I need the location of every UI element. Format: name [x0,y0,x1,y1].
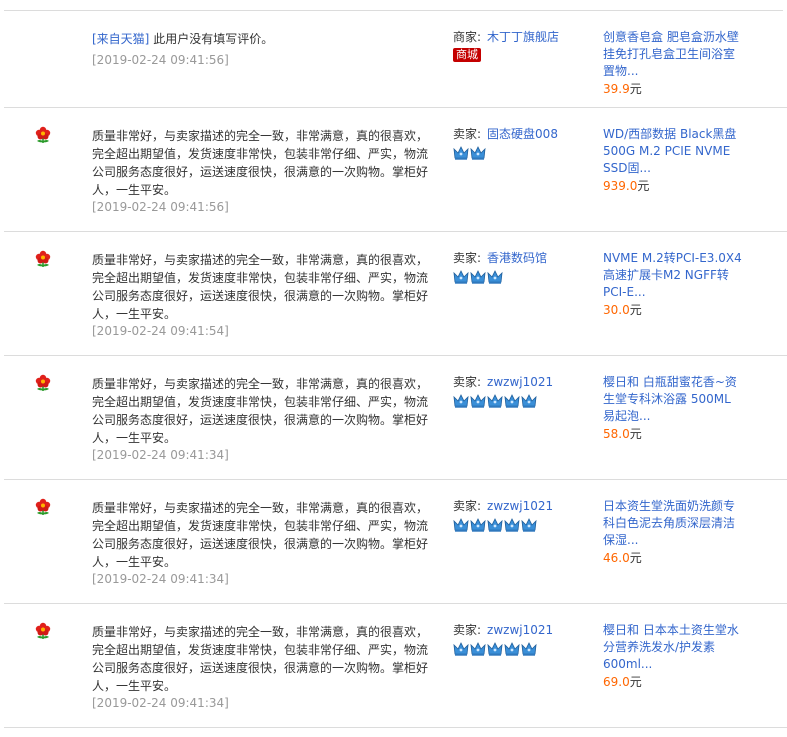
crown-icon [504,518,521,532]
seller-crown-rank [453,145,588,161]
crown-icon [453,270,470,284]
seller-name-link[interactable]: 固态硬盘008 [487,127,558,141]
seller-info: 商家: 木丁丁旗舰店 商城 [453,29,588,62]
item-info: NVME M.2转PCI-E3.0X4 高速扩展卡M2 NGFF转PCI-E..… [603,250,743,318]
crown-icon [504,642,521,656]
price-unit: 元 [629,675,642,689]
review-comment: 质量非常好，与卖家描述的完全一致，非常满意，真的很喜欢，完全超出期望值，发货速度… [92,127,437,199]
crown-icon [453,394,470,408]
item-price: 58.0 [603,427,630,441]
seller-crown-rank [453,517,588,533]
review-row: 质量非常好，与卖家描述的完全一致，非常满意，真的很喜欢，完全超出期望值，发货速度… [4,356,787,480]
crown-icon [487,642,504,656]
review-date: [2019-02-24 09:41:34] [92,696,229,710]
item-info: WD/西部数据 Black黑盘 500G M.2 PCIE NVME SSD固.… [603,126,743,194]
item-title-link[interactable]: 创意香皂盒 肥皂盒沥水壁挂免打孔皂盒卫生间浴室置物... [603,29,743,80]
review-date: [2019-02-24 09:41:56] [92,53,229,67]
crown-icon [470,518,487,532]
item-price: 39.9 [603,82,630,96]
item-info: 樱日和 白瓶甜蜜花香~资生堂专科沐浴露 500ML 易起泡... 58.0元 [603,374,743,442]
review-comment: 质量非常好，与卖家描述的完全一致，非常满意，真的很喜欢，完全超出期望值，发货速度… [92,251,437,323]
good-rating-flower-icon [34,250,52,268]
crown-icon [487,394,504,408]
review-comment: [来自天猫] 此用户没有填写评价。 [92,30,437,48]
seller-info: 卖家: zwzwj1021 [453,622,588,657]
crown-icon [521,394,538,408]
seller-label: 卖家: [453,623,482,637]
seller-label: 卖家: [453,251,482,265]
item-info: 樱日和 日本本土资生堂水分营养洗发水/护发素 600ml... 69.0元 [603,622,743,690]
crown-icon [470,394,487,408]
item-title-link[interactable]: 日本资生堂洗面奶洗颜专科白色泥去角质深层清洁保湿... [603,498,743,549]
review-comment-text: 质量非常好，与卖家描述的完全一致，非常满意，真的很喜欢，完全超出期望值，发货速度… [92,377,429,445]
crown-icon [487,518,504,532]
review-date: [2019-02-24 09:41:34] [92,572,229,586]
review-comment: 质量非常好，与卖家描述的完全一致，非常满意，真的很喜欢，完全超出期望值，发货速度… [92,375,437,447]
crown-icon [521,518,538,532]
crown-icon [487,270,504,284]
source-tag: [来自天猫] [92,32,150,46]
good-rating-flower-icon [34,498,52,516]
review-date: [2019-02-24 09:41:34] [92,448,229,462]
review-comment: 质量非常好，与卖家描述的完全一致，非常满意，真的很喜欢，完全超出期望值，发货速度… [92,623,437,695]
item-price: 46.0 [603,551,630,565]
price-unit: 元 [629,303,642,317]
crown-icon [521,642,538,656]
item-title-link[interactable]: 樱日和 白瓶甜蜜花香~资生堂专科沐浴露 500ML 易起泡... [603,374,743,425]
good-rating-flower-icon [34,622,52,640]
item-title-link[interactable]: 樱日和 日本本土资生堂水分营养洗发水/护发素 600ml... [603,622,743,673]
item-title-link[interactable]: NVME M.2转PCI-E3.0X4 高速扩展卡M2 NGFF转PCI-E..… [603,250,743,301]
item-info: 日本资生堂洗面奶洗颜专科白色泥去角质深层清洁保湿... 46.0元 [603,498,743,566]
review-date: [2019-02-24 09:41:54] [92,324,229,338]
seller-label: 卖家: [453,375,482,389]
seller-name-link[interactable]: 香港数码馆 [487,251,547,265]
item-info: 创意香皂盒 肥皂盒沥水壁挂免打孔皂盒卫生间浴室置物... 39.9元 [603,29,743,97]
price-unit: 元 [629,551,642,565]
price-unit: 元 [629,427,642,441]
review-comment-text: 质量非常好，与卖家描述的完全一致，非常满意，真的很喜欢，完全超出期望值，发货速度… [92,501,429,569]
crown-icon [470,270,487,284]
good-rating-flower-icon [34,126,52,144]
seller-info: 卖家: zwzwj1021 [453,498,588,533]
seller-label: 卖家: [453,499,482,513]
seller-label: 卖家: [453,127,482,141]
seller-crown-rank [453,269,588,285]
review-comment-text: 此用户没有填写评价。 [153,32,274,46]
crown-icon [470,146,487,160]
price-unit: 元 [637,179,650,193]
seller-crown-rank [453,393,588,409]
seller-info: 卖家: 固态硬盘008 [453,126,588,161]
item-price: 939.0 [603,179,638,193]
review-row: [来自天猫] 此用户没有填写评价。 [2019-02-24 09:41:56] 商家… [4,11,787,108]
review-row: 质量非常好，与卖家描述的完全一致，非常满意，真的很喜欢，完全超出期望值，发货速度… [4,108,787,232]
seller-name-link[interactable]: zwzwj1021 [487,375,553,389]
item-price: 69.0 [603,675,630,689]
crown-icon [453,146,470,160]
review-comment-text: 质量非常好，与卖家描述的完全一致，非常满意，真的很喜欢，完全超出期望值，发货速度… [92,129,429,197]
crown-icon [453,642,470,656]
review-row: 质量非常好，与卖家描述的完全一致，非常满意，真的很喜欢，完全超出期望值，发货速度… [4,480,787,604]
review-comment-text: 质量非常好，与卖家描述的完全一致，非常满意，真的很喜欢，完全超出期望值，发货速度… [92,253,429,321]
review-comment: 质量非常好，与卖家描述的完全一致，非常满意，真的很喜欢，完全超出期望值，发货速度… [92,499,437,571]
seller-crown-rank [453,641,588,657]
good-rating-flower-icon [34,374,52,392]
crown-icon [504,394,521,408]
seller-name-link[interactable]: zwzwj1021 [487,499,553,513]
review-row: 质量非常好，与卖家描述的完全一致，非常满意，真的很喜欢，完全超出期望值，发货速度… [4,604,787,728]
tmall-mall-badge: 商城 [453,48,481,62]
seller-info: 卖家: 香港数码馆 [453,250,588,285]
seller-name-link[interactable]: 木丁丁旗舰店 [487,30,559,44]
item-price: 30.0 [603,303,630,317]
seller-name-link[interactable]: zwzwj1021 [487,623,553,637]
price-unit: 元 [629,82,642,96]
review-comment-text: 质量非常好，与卖家描述的完全一致，非常满意，真的很喜欢，完全超出期望值，发货速度… [92,625,429,693]
crown-icon [453,518,470,532]
crown-icon [470,642,487,656]
review-date: [2019-02-24 09:41:56] [92,200,229,214]
seller-info: 卖家: zwzwj1021 [453,374,588,409]
item-title-link[interactable]: WD/西部数据 Black黑盘 500G M.2 PCIE NVME SSD固.… [603,126,743,177]
seller-label: 商家: [453,30,482,44]
review-row: 质量非常好，与卖家描述的完全一致，非常满意，真的很喜欢，完全超出期望值，发货速度… [4,232,787,356]
